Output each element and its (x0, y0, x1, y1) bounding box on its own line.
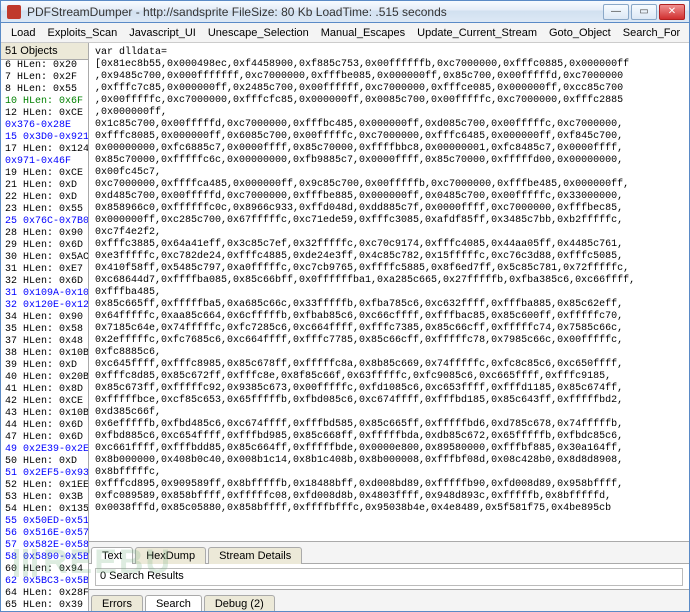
tab-search[interactable]: Search (145, 595, 202, 611)
object-item[interactable]: 62 0x5BC3-0x5BA7 (1, 576, 88, 588)
object-item[interactable]: 22 HLen: 0xD (1, 192, 88, 204)
object-item[interactable]: 49 0x2E39-0x2E89 (1, 444, 88, 456)
object-item[interactable]: 60 HLen: 0x94 (1, 564, 88, 576)
object-item[interactable]: 65 HLen: 0x39 (1, 600, 88, 611)
window-title: PDFStreamDumper - http://sandsprite File… (27, 5, 603, 19)
menu-exploits-scan[interactable]: Exploits_Scan (41, 25, 123, 41)
object-item[interactable]: 28 HLen: 0x90 (1, 228, 88, 240)
object-item[interactable]: 37 HLen: 0x48 (1, 336, 88, 348)
object-item[interactable]: 35 HLen: 0x58 (1, 324, 88, 336)
object-item[interactable]: 7 HLen: 0x2F (1, 72, 88, 84)
object-item[interactable]: 0x376-0x28E (1, 120, 88, 132)
object-item[interactable]: 41 HLen: 0x8D (1, 384, 88, 396)
object-item[interactable]: 38 HLen: 0x10B (1, 348, 88, 360)
object-item[interactable]: 6 HLen: 0x20 (1, 60, 88, 72)
mid-tabs: TextHexDumpStream Details (89, 541, 689, 563)
menu-find-replace[interactable]: Find/Replace (686, 25, 690, 41)
object-item[interactable]: 55 0x50ED-0x5104 (1, 516, 88, 528)
object-item[interactable]: 0x971-0x46F (1, 156, 88, 168)
object-item[interactable]: 31 HLen: 0xE7 (1, 264, 88, 276)
object-item[interactable]: 44 HLen: 0x6D (1, 420, 88, 432)
object-item[interactable]: 50 HLen: 0xD (1, 456, 88, 468)
close-button[interactable]: ✕ (659, 4, 685, 20)
menubar: LoadExploits_ScanJavascript_UIUnescape_S… (1, 23, 689, 43)
object-item[interactable]: 34 HLen: 0x90 (1, 312, 88, 324)
minimize-button[interactable]: — (603, 4, 629, 20)
object-item[interactable]: 8 HLen: 0x55 (1, 84, 88, 96)
object-item[interactable]: 58 0x5890-0x5BA7 (1, 552, 88, 564)
object-item[interactable]: 64 HLen: 0x28F (1, 588, 88, 600)
object-list[interactable]: 6 HLen: 0x207 HLen: 0x2F8 HLen: 0x5510 H… (1, 60, 88, 611)
menu-unescape-selection[interactable]: Unescape_Selection (202, 25, 315, 41)
search-pane: 0 Search Results (89, 563, 689, 589)
object-item[interactable]: 25 0x76C-0x7B0 (1, 216, 88, 228)
menu-load[interactable]: Load (5, 25, 41, 41)
menu-goto-object[interactable]: Goto_Object (543, 25, 617, 41)
object-item[interactable]: 29 HLen: 0x6D (1, 240, 88, 252)
object-item[interactable]: 32 HLen: 0x6D (1, 276, 88, 288)
sidebar: 51 Objects 6 HLen: 0x207 HLen: 0x2F8 HLe… (1, 43, 89, 611)
app-icon (7, 5, 21, 19)
object-item[interactable]: 57 0x582E-0x589C (1, 540, 88, 552)
object-item[interactable]: 15 0x3D0-0x921 (1, 132, 88, 144)
object-item[interactable]: 19 HLen: 0xCE (1, 168, 88, 180)
tab-text[interactable]: Text (91, 547, 133, 564)
object-item[interactable]: 21 HLen: 0xD (1, 180, 88, 192)
object-item[interactable]: 52 HLen: 0x1EEE (1, 480, 88, 492)
search-results[interactable]: 0 Search Results (95, 568, 683, 586)
menu-update-current-stream[interactable]: Update_Current_Stream (411, 25, 543, 41)
maximize-button[interactable]: ▭ (631, 4, 657, 20)
menu-javascript-ui[interactable]: Javascript_UI (123, 25, 202, 41)
object-item[interactable]: 43 HLen: 0x10B (1, 408, 88, 420)
object-item[interactable]: 12 HLen: 0xCE (1, 108, 88, 120)
object-item[interactable]: 39 HLen: 0xD (1, 360, 88, 372)
object-item[interactable]: 54 HLen: 0x135 (1, 504, 88, 516)
object-item[interactable]: 17 HLen: 0x124 (1, 144, 88, 156)
object-item[interactable]: 51 0x2EF5-0x930D (1, 468, 88, 480)
object-item[interactable]: 23 HLen: 0x55 (1, 204, 88, 216)
object-item[interactable]: 56 0x516E-0x573A (1, 528, 88, 540)
object-item[interactable]: 53 HLen: 0x3B (1, 492, 88, 504)
object-item[interactable]: 30 HLen: 0x5AC (1, 252, 88, 264)
object-item[interactable]: 32 0x120E-0x122C (1, 300, 88, 312)
object-item[interactable]: 47 HLen: 0x6D (1, 432, 88, 444)
object-item[interactable]: 42 HLen: 0xCE (1, 396, 88, 408)
tab-hexdump[interactable]: HexDump (135, 547, 206, 564)
tab-errors[interactable]: Errors (91, 595, 143, 611)
menu-search-for[interactable]: Search_For (617, 25, 686, 41)
code-area[interactable]: var dlldata= [0x81ec8b55,0x000498ec,0xf4… (89, 43, 689, 541)
sidebar-header: 51 Objects (1, 43, 88, 60)
menu-manual-escapes[interactable]: Manual_Escapes (315, 25, 411, 41)
tab-debug-2-[interactable]: Debug (2) (204, 595, 275, 611)
object-item[interactable]: 40 HLen: 0x20B (1, 372, 88, 384)
object-item[interactable]: 31 0x109A-0x10E4 (1, 288, 88, 300)
titlebar: PDFStreamDumper - http://sandsprite File… (1, 1, 689, 23)
tab-stream-details[interactable]: Stream Details (208, 547, 302, 564)
object-item[interactable]: 10 HLen: 0x6F (1, 96, 88, 108)
bottom-tabs: ErrorsSearchDebug (2) (89, 589, 689, 611)
